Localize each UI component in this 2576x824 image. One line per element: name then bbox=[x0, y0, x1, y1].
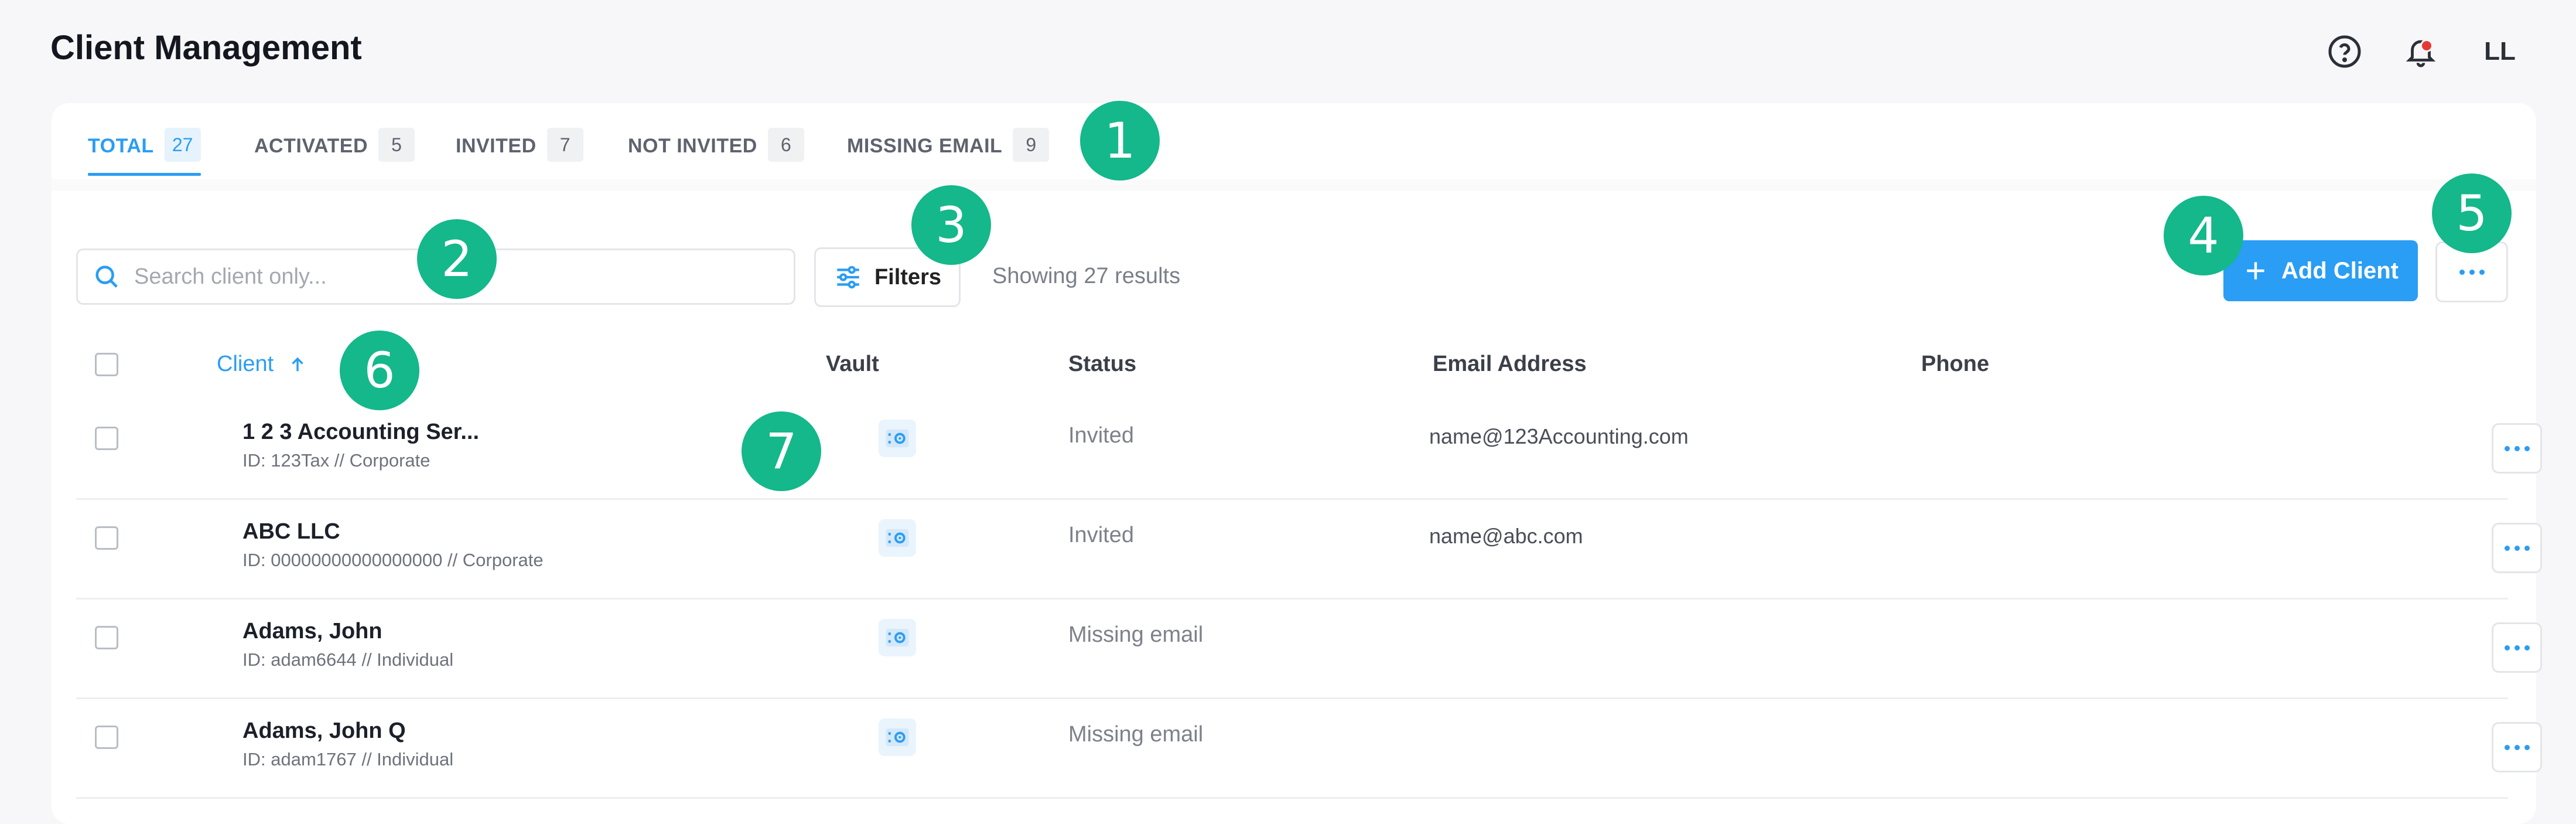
notification-dot bbox=[2420, 39, 2433, 52]
table-row[interactable]: Adams, John ID: adam6644 // Individual M… bbox=[76, 598, 2542, 699]
filters-label: Filters bbox=[874, 264, 942, 290]
tab-count: 7 bbox=[546, 128, 583, 162]
client-status: Missing email bbox=[1068, 622, 1204, 647]
client-id: ID: adam6644 // Individual bbox=[242, 649, 454, 670]
arrow-up-icon bbox=[292, 357, 303, 371]
row-checkbox[interactable] bbox=[95, 427, 118, 450]
tab-label: TOTAL bbox=[88, 135, 154, 157]
more-horizontal-icon bbox=[2459, 269, 2485, 275]
row-more-button[interactable] bbox=[2492, 423, 2542, 474]
tab-total[interactable]: TOTAL 27 bbox=[88, 123, 201, 176]
tab-label: NOT INVITED bbox=[628, 135, 757, 157]
client-list-card: TOTAL 27 ACTIVATED 5 INVITED 7 NOT INVIT… bbox=[52, 103, 2542, 824]
status-tabs: TOTAL 27 ACTIVATED 5 INVITED 7 NOT INVIT… bbox=[52, 103, 2536, 179]
tab-count: 9 bbox=[1013, 128, 1050, 162]
row-checkbox[interactable] bbox=[95, 626, 118, 649]
avatar[interactable]: LL bbox=[2476, 37, 2523, 66]
annotation-badge: 3 bbox=[911, 185, 991, 265]
more-horizontal-icon bbox=[2504, 445, 2530, 451]
tabs-divider bbox=[52, 179, 2536, 191]
annotation-badge: 1 bbox=[1080, 101, 1160, 181]
add-client-button[interactable]: Add Client bbox=[2223, 240, 2418, 301]
client-status: Invited bbox=[1068, 423, 1134, 448]
row-more-button[interactable] bbox=[2492, 622, 2542, 673]
column-client[interactable]: Client bbox=[217, 352, 308, 377]
more-horizontal-icon bbox=[2504, 645, 2530, 651]
table-row[interactable]: 1 2 3 Accounting Ser... ID: 123Tax // Co… bbox=[76, 399, 2542, 500]
client-email: name@123Accounting.com bbox=[1429, 424, 1689, 448]
bell-icon[interactable] bbox=[2400, 31, 2441, 72]
row-checkbox[interactable] bbox=[95, 526, 118, 550]
row-more-button[interactable] bbox=[2492, 722, 2542, 772]
annotation-badge: 2 bbox=[417, 219, 497, 299]
more-horizontal-icon bbox=[2504, 545, 2530, 551]
table-row[interactable]: Adams, John Q ID: adam1767 // Individual… bbox=[76, 697, 2542, 799]
vault-icon[interactable] bbox=[879, 420, 916, 457]
results-count: Showing 27 results bbox=[992, 264, 1181, 288]
tab-count: 6 bbox=[767, 128, 804, 162]
client-status: Missing email bbox=[1068, 722, 1204, 747]
row-checkbox[interactable] bbox=[95, 726, 118, 749]
annotation-badge: 7 bbox=[742, 411, 821, 491]
vault-icon[interactable] bbox=[879, 519, 916, 557]
table-row[interactable]: ABC LLC ID: 00000000000000000 // Corpora… bbox=[76, 498, 2542, 600]
table-header: Client Vault Status Email Address Phone bbox=[52, 338, 2536, 390]
header-actions: LL bbox=[2324, 29, 2523, 74]
page-title: Client Management bbox=[50, 29, 362, 67]
annotation-badge: 6 bbox=[340, 331, 419, 410]
column-email: Email Address bbox=[1433, 352, 1587, 376]
tab-missing-email[interactable]: MISSING EMAIL 9 bbox=[847, 123, 1050, 176]
vault-icon[interactable] bbox=[879, 719, 916, 756]
search-input[interactable] bbox=[133, 263, 662, 290]
client-id: ID: adam1767 // Individual bbox=[242, 749, 454, 769]
column-vault: Vault bbox=[826, 352, 879, 376]
help-circle-icon[interactable] bbox=[2324, 31, 2365, 72]
vault-icon[interactable] bbox=[879, 619, 916, 656]
client-name[interactable]: 1 2 3 Accounting Ser... bbox=[242, 420, 479, 445]
tab-count: 5 bbox=[378, 128, 415, 162]
client-name[interactable]: ABC LLC bbox=[242, 519, 340, 544]
annotation-badge: 5 bbox=[2432, 173, 2512, 253]
client-name[interactable]: Adams, John Q bbox=[242, 719, 406, 744]
client-id: ID: 00000000000000000 // Corporate bbox=[242, 550, 544, 570]
plus-icon bbox=[2247, 262, 2264, 280]
search-icon bbox=[95, 265, 118, 288]
client-status: Invited bbox=[1068, 523, 1134, 547]
column-client-label: Client bbox=[217, 352, 274, 376]
add-client-label: Add Client bbox=[2281, 257, 2399, 284]
annotation-badge: 4 bbox=[2164, 196, 2243, 275]
tab-not-invited[interactable]: NOT INVITED 6 bbox=[628, 123, 804, 176]
more-horizontal-icon bbox=[2504, 744, 2530, 750]
tab-label: INVITED bbox=[456, 135, 537, 157]
column-status: Status bbox=[1068, 352, 1137, 376]
row-more-button[interactable] bbox=[2492, 523, 2542, 573]
tab-invited[interactable]: INVITED 7 bbox=[456, 123, 583, 176]
client-id: ID: 123Tax // Corporate bbox=[242, 450, 431, 471]
select-all-checkbox[interactable] bbox=[95, 353, 118, 376]
tab-activated[interactable]: ACTIVATED 5 bbox=[254, 123, 415, 176]
tab-count: 27 bbox=[164, 128, 201, 162]
client-name[interactable]: Adams, John bbox=[242, 619, 382, 644]
tab-label: MISSING EMAIL bbox=[847, 135, 1003, 157]
tab-label: ACTIVATED bbox=[254, 135, 368, 157]
client-email: name@abc.com bbox=[1429, 524, 1583, 548]
sliders-icon bbox=[837, 265, 859, 289]
column-phone: Phone bbox=[1921, 352, 1990, 376]
